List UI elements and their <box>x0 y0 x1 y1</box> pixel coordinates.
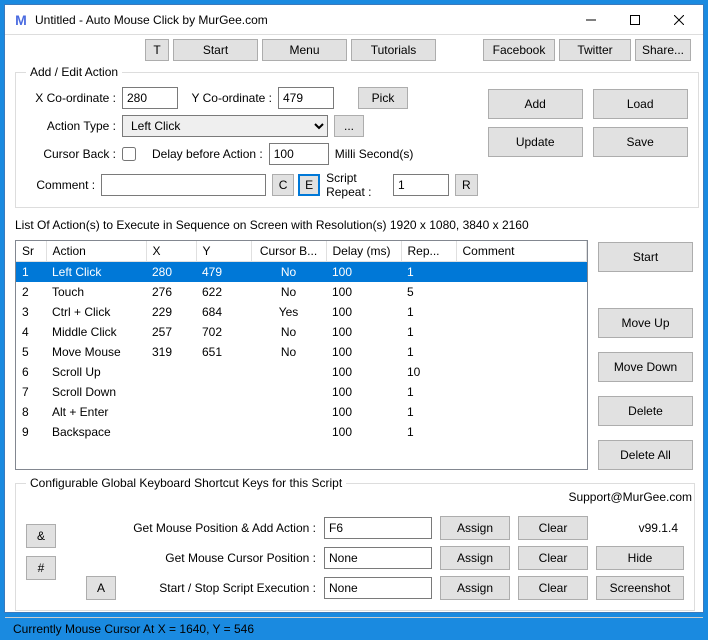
th-cursorback[interactable]: Cursor B... <box>251 241 326 262</box>
shortcut2-label: Get Mouse Cursor Position : <box>26 551 316 565</box>
load-button[interactable]: Load <box>593 89 688 119</box>
close-button[interactable] <box>657 5 701 35</box>
app-window: M Untitled - Auto Mouse Click by MurGee.… <box>4 4 704 613</box>
support-link[interactable]: Support@MurGee.com <box>568 490 692 504</box>
comment-input[interactable] <box>101 174 266 196</box>
share-button[interactable]: Share... <box>635 39 691 61</box>
repeat-label: Script Repeat : <box>326 171 387 199</box>
clear3-button[interactable]: Clear <box>518 576 588 600</box>
clear2-button[interactable]: Clear <box>518 546 588 570</box>
screenshot-button[interactable]: Screenshot <box>596 576 684 600</box>
r-button[interactable]: R <box>455 174 478 196</box>
th-repeat[interactable]: Rep... <box>401 241 456 262</box>
shortcut2-input[interactable] <box>324 547 432 569</box>
table-row[interactable]: 7Scroll Down1001 <box>16 382 587 402</box>
content: Add / Edit Action X Co-ordinate : Y Co-o… <box>5 63 703 617</box>
table-row[interactable]: 5Move Mouse319651No1001 <box>16 342 587 362</box>
shortcut1-input[interactable] <box>324 517 432 539</box>
actions-table: Sr Action X Y Cursor B... Delay (ms) Rep… <box>16 241 587 442</box>
comment-label: Comment : <box>26 178 95 192</box>
top-toolbar: T Start Menu Tutorials Facebook Twitter … <box>5 35 703 63</box>
action-type-label: Action Type : <box>26 119 116 133</box>
delay-label: Delay before Action : <box>152 147 263 161</box>
hide-button[interactable]: Hide <box>596 546 684 570</box>
actions-table-wrap[interactable]: Sr Action X Y Cursor B... Delay (ms) Rep… <box>15 240 588 470</box>
tutorials-button[interactable]: Tutorials <box>351 39 436 61</box>
shortcut3-input[interactable] <box>324 577 432 599</box>
t-button[interactable]: T <box>145 39 169 61</box>
table-row[interactable]: 9Backspace1001 <box>16 422 587 442</box>
pick-button[interactable]: Pick <box>358 87 408 109</box>
assign2-button[interactable]: Assign <box>440 546 510 570</box>
delay-unit-label: Milli Second(s) <box>335 147 414 161</box>
e-button[interactable]: E <box>298 174 320 196</box>
table-row[interactable]: 4Middle Click257702No1001 <box>16 322 587 342</box>
th-sr[interactable]: Sr <box>16 241 46 262</box>
add-edit-fieldset: Add / Edit Action X Co-ordinate : Y Co-o… <box>15 65 699 208</box>
a-button[interactable]: A <box>86 576 116 600</box>
x-coord-input[interactable] <box>122 87 178 109</box>
add-edit-legend: Add / Edit Action <box>26 65 122 79</box>
x-coord-label: X Co-ordinate : <box>26 91 116 105</box>
table-row[interactable]: 6Scroll Up10010 <box>16 362 587 382</box>
table-row[interactable]: 2Touch276622No1005 <box>16 282 587 302</box>
amp-button[interactable]: & <box>26 524 56 548</box>
move-up-button[interactable]: Move Up <box>598 308 693 338</box>
app-icon: M <box>13 12 29 28</box>
table-row[interactable]: 1Left Click280479No1001 <box>16 262 587 283</box>
c-button[interactable]: C <box>272 174 294 196</box>
start-top-button[interactable]: Start <box>173 39 258 61</box>
shortcuts-legend: Configurable Global Keyboard Shortcut Ke… <box>26 476 346 490</box>
action-more-button[interactable]: ... <box>334 115 364 137</box>
assign3-button[interactable]: Assign <box>440 576 510 600</box>
cursor-back-label: Cursor Back : <box>26 147 116 161</box>
table-row[interactable]: 8Alt + Enter1001 <box>16 402 587 422</box>
add-button[interactable]: Add <box>488 89 583 119</box>
delete-button[interactable]: Delete <box>598 396 693 426</box>
facebook-button[interactable]: Facebook <box>483 39 555 61</box>
th-x[interactable]: X <box>146 241 196 262</box>
version-label: v99.1.4 <box>596 521 684 535</box>
twitter-button[interactable]: Twitter <box>559 39 631 61</box>
y-coord-input[interactable] <box>278 87 334 109</box>
list-caption: List Of Action(s) to Execute in Sequence… <box>15 218 693 232</box>
th-action[interactable]: Action <box>46 241 146 262</box>
hash-button[interactable]: # <box>26 556 56 580</box>
menu-button[interactable]: Menu <box>262 39 347 61</box>
update-button[interactable]: Update <box>488 127 583 157</box>
clear1-button[interactable]: Clear <box>518 516 588 540</box>
y-coord-label: Y Co-ordinate : <box>184 91 272 105</box>
start-button[interactable]: Start <box>598 242 693 272</box>
table-row[interactable]: 3Ctrl + Click229684Yes1001 <box>16 302 587 322</box>
cursor-back-checkbox[interactable] <box>122 147 136 161</box>
save-button[interactable]: Save <box>593 127 688 157</box>
minimize-button[interactable] <box>569 5 613 35</box>
status-bar: Currently Mouse Cursor At X = 1640, Y = … <box>5 617 703 640</box>
shortcut1-label: Get Mouse Position & Add Action : <box>26 521 316 535</box>
delete-all-button[interactable]: Delete All <box>598 440 693 470</box>
th-delay[interactable]: Delay (ms) <box>326 241 401 262</box>
th-y[interactable]: Y <box>196 241 251 262</box>
action-type-select[interactable]: Left Click <box>122 115 328 137</box>
delay-input[interactable] <box>269 143 329 165</box>
move-down-button[interactable]: Move Down <box>598 352 693 382</box>
titlebar: M Untitled - Auto Mouse Click by MurGee.… <box>5 5 703 35</box>
assign1-button[interactable]: Assign <box>440 516 510 540</box>
maximize-button[interactable] <box>613 5 657 35</box>
th-comment[interactable]: Comment <box>456 241 587 262</box>
shortcut3-label: Start / Stop Script Execution : <box>26 581 316 595</box>
shortcuts-fieldset: Configurable Global Keyboard Shortcut Ke… <box>15 476 695 611</box>
repeat-input[interactable] <box>393 174 449 196</box>
window-title: Untitled - Auto Mouse Click by MurGee.co… <box>35 13 569 27</box>
